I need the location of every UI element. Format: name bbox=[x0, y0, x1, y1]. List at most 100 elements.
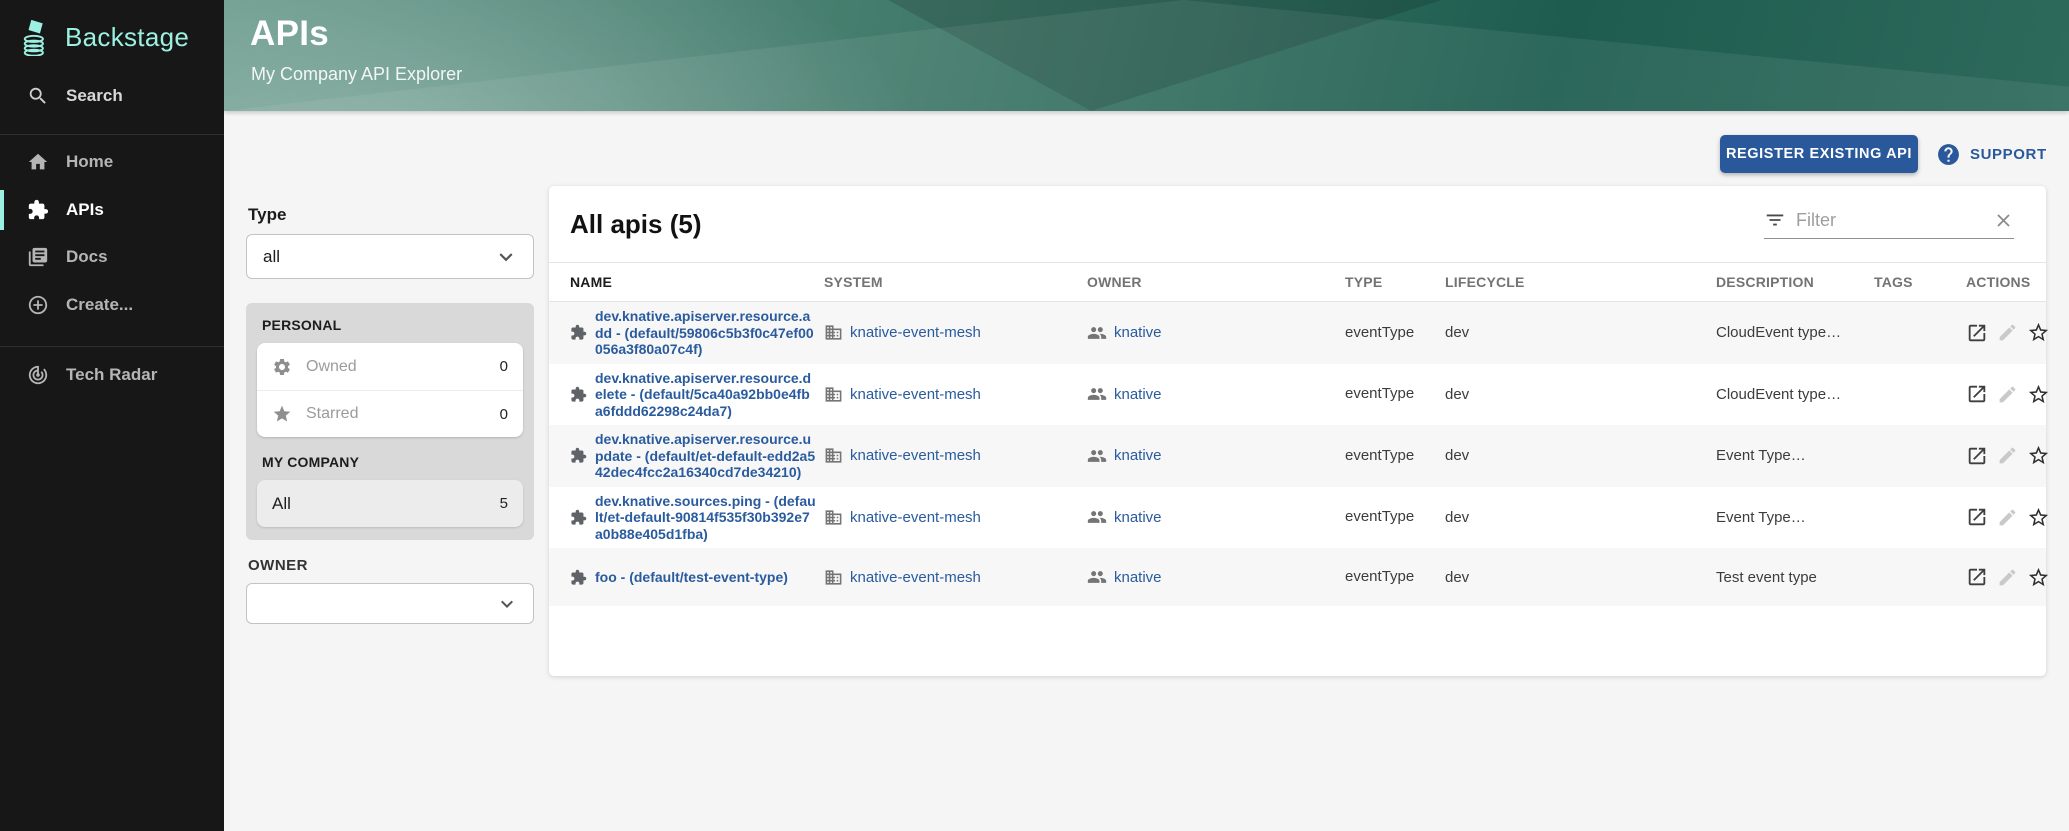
building-icon bbox=[824, 568, 843, 587]
open-in-new-icon[interactable] bbox=[1966, 383, 1988, 405]
home-icon bbox=[27, 151, 49, 173]
table-row: dev.knative.apiserver.resource.delete - … bbox=[549, 364, 2046, 426]
content-area: REGISTER EXISTING API SUPPORT Type all P… bbox=[224, 111, 2069, 831]
edit-pencil-icon[interactable] bbox=[1997, 567, 2018, 588]
edit-pencil-icon[interactable] bbox=[1997, 384, 2018, 405]
company-group-label: MY COMPANY bbox=[262, 454, 523, 470]
page-header: APIs My Company API Explorer bbox=[224, 0, 2069, 111]
owner-filter-select[interactable] bbox=[246, 583, 534, 624]
description-value: CloudEvent type… bbox=[1716, 386, 1841, 403]
description-value: Event Type… bbox=[1716, 509, 1806, 526]
sidebar-item-label: Docs bbox=[66, 247, 108, 267]
filter-panel: Type all PERSONAL Owned 0 bbox=[246, 205, 534, 624]
table-row: dev.knative.sources.ping - (default/et-d… bbox=[549, 487, 2046, 549]
type-value: eventType bbox=[1345, 568, 1415, 585]
all-filter-card: All 5 bbox=[257, 480, 523, 527]
column-header-type[interactable]: TYPE bbox=[1345, 274, 1445, 290]
open-in-new-icon[interactable] bbox=[1966, 445, 1988, 467]
lifecycle-value: dev bbox=[1445, 386, 1469, 403]
api-name-link[interactable]: dev.knative.apiserver.resource.delete - … bbox=[595, 370, 816, 420]
type-filter-value: all bbox=[263, 247, 280, 267]
star-outline-icon[interactable] bbox=[2027, 566, 2050, 589]
system-link[interactable]: knative-event-mesh bbox=[850, 447, 981, 464]
table-row: dev.knative.apiserver.resource.update - … bbox=[549, 425, 2046, 487]
all-filter-label: All bbox=[272, 494, 486, 514]
system-link[interactable]: knative-event-mesh bbox=[850, 509, 981, 526]
edit-pencil-icon[interactable] bbox=[1997, 507, 2018, 528]
system-link[interactable]: knative-event-mesh bbox=[850, 324, 981, 341]
sidebar-item-home[interactable]: Home bbox=[0, 138, 224, 186]
all-filter-item[interactable]: All 5 bbox=[257, 480, 523, 527]
table-row: dev.knative.apiserver.resource.add - (de… bbox=[549, 302, 2046, 364]
owned-count: 0 bbox=[500, 358, 508, 375]
filter-list-icon bbox=[1764, 209, 1786, 231]
description-value: CloudEvent type… bbox=[1716, 324, 1841, 341]
system-link[interactable]: knative-event-mesh bbox=[850, 569, 981, 586]
chevron-down-icon bbox=[493, 244, 519, 270]
backstage-logo[interactable]: Backstage bbox=[20, 18, 189, 56]
puzzle-icon bbox=[570, 447, 587, 464]
column-header-name[interactable]: NAME bbox=[549, 274, 824, 290]
building-icon bbox=[824, 508, 843, 527]
puzzle-icon bbox=[570, 509, 587, 526]
open-in-new-icon[interactable] bbox=[1966, 566, 1988, 588]
sidebar-item-label: Create... bbox=[66, 295, 133, 315]
owner-link[interactable]: knative bbox=[1114, 569, 1162, 586]
group-icon bbox=[1087, 507, 1107, 527]
system-link[interactable]: knative-event-mesh bbox=[850, 386, 981, 403]
owner-link[interactable]: knative bbox=[1114, 386, 1162, 403]
table-column-headers: NAME SYSTEM OWNER TYPE LIFECYCLE DESCRIP… bbox=[549, 262, 2046, 302]
starred-filter-item[interactable]: Starred 0 bbox=[257, 390, 523, 437]
chevron-down-icon bbox=[495, 592, 519, 616]
column-header-tags[interactable]: TAGS bbox=[1874, 274, 1966, 290]
table-filter-input[interactable] bbox=[1796, 210, 1983, 231]
type-filter-select[interactable]: all bbox=[246, 234, 534, 279]
sidebar-item-create[interactable]: Create... bbox=[0, 281, 224, 329]
target-icon bbox=[27, 364, 49, 386]
all-count: 5 bbox=[500, 495, 508, 512]
column-header-lifecycle[interactable]: LIFECYCLE bbox=[1445, 274, 1716, 290]
column-header-system[interactable]: SYSTEM bbox=[824, 274, 1087, 290]
table-title: All apis (5) bbox=[570, 209, 701, 240]
api-name-link[interactable]: dev.knative.apiserver.resource.add - (de… bbox=[595, 308, 816, 358]
open-in-new-icon[interactable] bbox=[1966, 506, 1988, 528]
owned-filter-item[interactable]: Owned 0 bbox=[257, 343, 523, 390]
support-button[interactable]: SUPPORT bbox=[1936, 141, 2047, 167]
column-header-description[interactable]: DESCRIPTION bbox=[1716, 274, 1874, 290]
sidebar-item-docs[interactable]: Docs bbox=[0, 233, 224, 281]
building-icon bbox=[824, 385, 843, 404]
entity-picker-box: PERSONAL Owned 0 Starred 0 MY COM bbox=[246, 303, 534, 540]
sidebar-item-tech-radar[interactable]: Tech Radar bbox=[0, 351, 224, 399]
api-name-link[interactable]: dev.knative.apiserver.resource.update - … bbox=[595, 431, 816, 481]
owner-link[interactable]: knative bbox=[1114, 324, 1162, 341]
star-outline-icon[interactable] bbox=[2027, 321, 2050, 344]
lifecycle-value: dev bbox=[1445, 324, 1469, 341]
edit-pencil-icon[interactable] bbox=[1997, 445, 2018, 466]
type-filter-label: Type bbox=[248, 205, 534, 225]
type-value: eventType bbox=[1345, 447, 1415, 464]
personal-group-card: Owned 0 Starred 0 bbox=[257, 343, 523, 437]
clear-filter-button[interactable] bbox=[1993, 210, 2014, 231]
open-in-new-icon[interactable] bbox=[1966, 322, 1988, 344]
sidebar-search[interactable]: Search bbox=[0, 76, 224, 116]
register-existing-api-button[interactable]: REGISTER EXISTING API bbox=[1720, 135, 1918, 173]
star-outline-icon[interactable] bbox=[2027, 506, 2050, 529]
star-outline-icon[interactable] bbox=[2027, 383, 2050, 406]
column-header-owner[interactable]: OWNER bbox=[1087, 274, 1345, 290]
table-header-bar: All apis (5) bbox=[549, 186, 2046, 262]
api-name-link[interactable]: dev.knative.sources.ping - (default/et-d… bbox=[595, 493, 816, 543]
api-name-link[interactable]: foo - (default/test-event-type) bbox=[595, 569, 788, 586]
owner-link[interactable]: knative bbox=[1114, 509, 1162, 526]
support-label: SUPPORT bbox=[1970, 146, 2047, 163]
sidebar-item-apis[interactable]: APIs bbox=[0, 186, 224, 234]
building-icon bbox=[824, 446, 843, 465]
backstage-logo-icon bbox=[20, 18, 54, 56]
docs-icon bbox=[27, 246, 49, 268]
page-title: APIs bbox=[250, 14, 329, 54]
edit-pencil-icon[interactable] bbox=[1997, 322, 2018, 343]
star-outline-icon[interactable] bbox=[2027, 444, 2050, 467]
type-value: eventType bbox=[1345, 385, 1415, 402]
lifecycle-value: dev bbox=[1445, 447, 1469, 464]
starred-count: 0 bbox=[500, 406, 508, 423]
owner-link[interactable]: knative bbox=[1114, 447, 1162, 464]
